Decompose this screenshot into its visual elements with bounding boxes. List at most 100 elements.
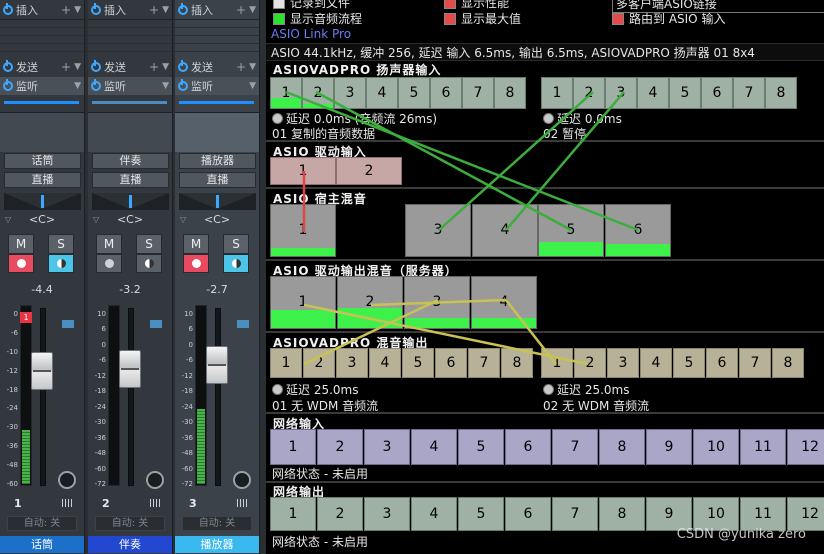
record-button[interactable] — [96, 254, 122, 273]
routing-wire[interactable] — [505, 299, 557, 365]
pan-slider[interactable] — [179, 193, 256, 210]
insert-slots[interactable] — [0, 19, 84, 57]
chevron-down-icon[interactable]: ▼ — [162, 81, 169, 91]
power-icon[interactable] — [3, 79, 13, 91]
mute-button[interactable]: M — [183, 234, 209, 254]
listen-row[interactable]: 监听 ▼ — [0, 77, 84, 95]
power-icon[interactable] — [3, 3, 13, 15]
mode-button[interactable]: 直播 — [92, 172, 169, 188]
input-select-button[interactable]: 话筒 — [4, 153, 81, 169]
volume-fader[interactable] — [119, 350, 141, 388]
power-icon[interactable] — [3, 60, 13, 72]
add-icon[interactable]: + — [236, 3, 246, 17]
level-meter — [195, 305, 207, 486]
record-button[interactable] — [183, 254, 209, 273]
chevron-down-icon[interactable]: ▼ — [74, 5, 81, 15]
pan-slider[interactable] — [92, 193, 169, 210]
input-select-button[interactable]: 伴奏 — [92, 153, 169, 169]
power-icon[interactable] — [178, 79, 188, 91]
record-button[interactable] — [8, 254, 34, 273]
solo-button[interactable]: S — [48, 234, 74, 254]
add-icon[interactable]: + — [236, 60, 246, 74]
scale-tick: -48 — [94, 449, 106, 457]
expand-icon[interactable]: ▽ — [180, 215, 186, 224]
peak-indicator[interactable]: 1 — [20, 312, 32, 323]
waveform-icon[interactable] — [148, 495, 164, 509]
scale-tick: 0 — [13, 310, 18, 318]
insert-slots[interactable] — [175, 19, 259, 57]
channel-name[interactable]: 播放器 — [175, 536, 259, 553]
mode-button[interactable]: 直播 — [4, 172, 81, 188]
insert-row[interactable]: 插入 + ▼ — [0, 1, 84, 19]
record-arm-icon[interactable] — [146, 471, 164, 489]
power-icon[interactable] — [178, 3, 188, 15]
routing-wire[interactable] — [370, 298, 507, 307]
channel-name[interactable]: 伴奏 — [88, 536, 172, 553]
add-icon[interactable]: + — [149, 3, 159, 17]
insert-row[interactable]: 插入 + ▼ — [88, 1, 172, 19]
insert-slots[interactable] — [88, 19, 172, 57]
send-level-bar[interactable] — [179, 101, 254, 104]
fader-track[interactable] — [40, 308, 46, 486]
automation-button[interactable]: 自动: 关 — [7, 516, 77, 531]
watermark: CSDN @yunika zero — [676, 527, 806, 542]
power-icon[interactable] — [178, 60, 188, 72]
fader-track[interactable] — [128, 308, 134, 486]
channel-strip[interactable]: 插入 + ▼ 发送 + ▼ 监听 ▼ 话筒 直播 ▽ <C> M S -4.4 … — [0, 0, 85, 554]
add-icon[interactable]: + — [149, 60, 159, 74]
chevron-down-icon[interactable]: ▼ — [249, 81, 256, 91]
automation-button[interactable]: 自动: 关 — [182, 516, 252, 531]
routing-wire[interactable] — [505, 91, 625, 231]
record-arm-icon[interactable] — [58, 471, 76, 489]
output-meter-indicator — [150, 320, 162, 328]
routing-wire[interactable] — [315, 90, 572, 232]
send-row[interactable]: 发送 + ▼ — [175, 58, 259, 76]
input-select-button[interactable]: 播放器 — [179, 153, 256, 169]
monitor-button[interactable] — [223, 254, 249, 273]
mute-button[interactable]: M — [8, 234, 34, 254]
add-icon[interactable]: + — [61, 3, 71, 17]
fader-track[interactable] — [215, 308, 221, 486]
expand-icon[interactable]: ▽ — [93, 215, 99, 224]
scale-tick: -48 — [6, 461, 18, 469]
level-meter-fill — [197, 409, 205, 484]
monitor-button[interactable] — [48, 254, 74, 273]
pan-indicator — [216, 195, 219, 208]
add-icon[interactable]: + — [61, 60, 71, 74]
send-level-bar[interactable] — [4, 101, 79, 104]
channel-strip[interactable]: 插入 + ▼ 发送 + ▼ 监听 ▼ 伴奏 直播 ▽ <C> M S -3.2 … — [88, 0, 173, 554]
volume-fader[interactable] — [206, 346, 228, 384]
power-icon[interactable] — [91, 79, 101, 91]
send-row[interactable]: 发送 + ▼ — [0, 58, 84, 76]
send-level-bar[interactable] — [92, 101, 167, 104]
scale-tick: -18 — [181, 387, 193, 395]
listen-row[interactable]: 监听 ▼ — [88, 77, 172, 95]
record-arm-icon[interactable] — [233, 471, 251, 489]
chevron-down-icon[interactable]: ▼ — [74, 62, 81, 72]
insert-row[interactable]: 插入 + ▼ — [175, 1, 259, 19]
mute-button[interactable]: M — [96, 234, 122, 254]
chevron-down-icon[interactable]: ▼ — [74, 81, 81, 91]
volume-fader[interactable] — [31, 352, 53, 390]
monitor-button[interactable] — [136, 254, 162, 273]
chevron-down-icon[interactable]: ▼ — [249, 62, 256, 72]
channel-name[interactable]: 话筒 — [0, 536, 84, 553]
channel-strip[interactable]: 插入 + ▼ 发送 + ▼ 监听 ▼ 播放器 直播 ▽ <C> M S -2.7… — [175, 0, 260, 554]
power-icon[interactable] — [91, 60, 101, 72]
mode-button[interactable]: 直播 — [179, 172, 256, 188]
waveform-icon[interactable] — [60, 495, 76, 509]
solo-button[interactable]: S — [223, 234, 249, 254]
chevron-down-icon[interactable]: ▼ — [162, 5, 169, 15]
routing-wire[interactable] — [303, 303, 589, 366]
pan-slider[interactable] — [4, 193, 81, 210]
automation-button[interactable]: 自动: 关 — [95, 516, 165, 531]
listen-row[interactable]: 监听 ▼ — [175, 77, 259, 95]
expand-icon[interactable]: ▽ — [5, 215, 11, 224]
scale-tick: -30 — [181, 418, 193, 426]
power-icon[interactable] — [91, 3, 101, 15]
solo-button[interactable]: S — [136, 234, 162, 254]
chevron-down-icon[interactable]: ▼ — [249, 5, 256, 15]
waveform-icon[interactable] — [235, 495, 251, 509]
send-row[interactable]: 发送 + ▼ — [88, 58, 172, 76]
chevron-down-icon[interactable]: ▼ — [162, 62, 169, 72]
